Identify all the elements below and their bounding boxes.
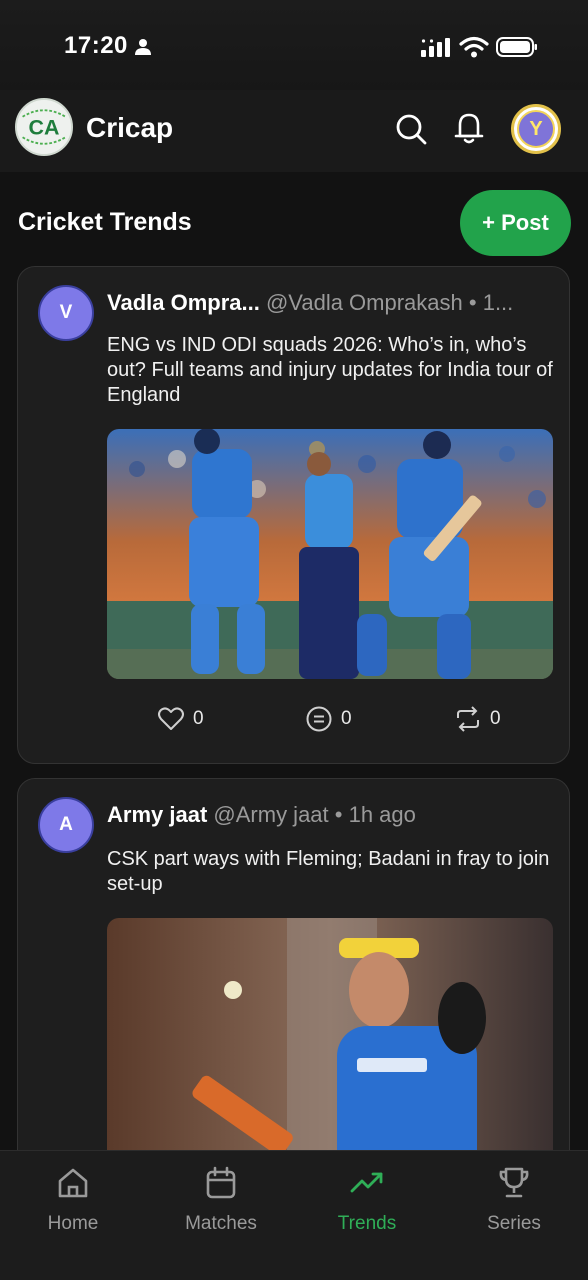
post-handle: @Army jaat bbox=[213, 802, 329, 827]
profile-avatar-letter: Y bbox=[517, 110, 555, 148]
coach-photo bbox=[107, 918, 553, 1150]
battery-icon bbox=[496, 37, 537, 57]
post-author[interactable]: Vadla Ompra... bbox=[107, 290, 260, 315]
trophy-icon bbox=[499, 1167, 529, 1198]
nav-item-home[interactable]: Home bbox=[18, 1165, 128, 1235]
nav-item-series[interactable]: Series bbox=[459, 1165, 569, 1235]
app-logo[interactable]: CA bbox=[15, 98, 73, 156]
author-avatar[interactable]: A bbox=[38, 797, 94, 853]
wifi-icon bbox=[459, 36, 489, 58]
post-meta: Army jaat @Army jaat • 1h ago bbox=[107, 802, 557, 828]
home-icon bbox=[58, 1168, 88, 1198]
page-title: Cricket Trends bbox=[18, 208, 192, 236]
comment-button[interactable]: 0 bbox=[305, 705, 352, 733]
post-actions: 0 0 0 bbox=[18, 705, 569, 735]
author-avatar[interactable]: V bbox=[38, 285, 94, 341]
nav-label: Home bbox=[47, 1213, 99, 1234]
person-icon bbox=[135, 39, 151, 55]
post-author[interactable]: Army jaat bbox=[107, 802, 207, 827]
post-card[interactable]: A Army jaat @Army jaat • 1h ago CSK part… bbox=[17, 778, 570, 1150]
trending-icon bbox=[350, 1172, 383, 1193]
post-time: 1h ago bbox=[348, 802, 416, 827]
meta-separator: • bbox=[462, 290, 483, 315]
cricket-ball-logo-icon: CA bbox=[17, 100, 71, 154]
nav-label: Matches bbox=[185, 1213, 257, 1234]
post-time: 1... bbox=[482, 290, 514, 315]
post-text: CSK part ways with Fleming; Badani in fr… bbox=[107, 848, 550, 895]
nav-item-matches[interactable]: Matches bbox=[166, 1165, 276, 1235]
like-count: 0 bbox=[193, 708, 204, 729]
repost-button[interactable]: 0 bbox=[454, 705, 501, 733]
search-icon[interactable] bbox=[394, 112, 428, 146]
svg-text:CA: CA bbox=[29, 115, 60, 139]
repost-count: 0 bbox=[490, 708, 501, 729]
post-text: ENG vs IND ODI squads 2026: Who’s in, wh… bbox=[107, 334, 553, 406]
meta-separator: • bbox=[328, 802, 349, 827]
comment-count: 0 bbox=[341, 708, 352, 729]
new-post-button[interactable]: + Post bbox=[460, 190, 571, 256]
repost-icon bbox=[457, 706, 479, 732]
notification-bell-icon[interactable] bbox=[452, 110, 486, 146]
post-handle: @Vadla Omprakash bbox=[265, 290, 463, 315]
like-button[interactable]: 0 bbox=[157, 705, 204, 733]
cellular-signal-icon bbox=[421, 38, 450, 57]
post-card[interactable]: V Vadla Ompra... @Vadla Omprakash • 1...… bbox=[17, 266, 570, 764]
post-image[interactable] bbox=[107, 429, 553, 679]
app-header: CA Cricap Y bbox=[0, 90, 588, 172]
heart-icon bbox=[158, 707, 184, 730]
status-time: 17:20 bbox=[64, 32, 128, 59]
nav-label: Series bbox=[487, 1213, 541, 1234]
nav-label: Trends bbox=[337, 1213, 397, 1234]
app-title: Cricap bbox=[86, 112, 174, 143]
trends-feed[interactable]: V Vadla Ompra... @Vadla Omprakash • 1...… bbox=[0, 266, 588, 1150]
cricket-players-photo bbox=[107, 429, 553, 679]
calendar-icon bbox=[206, 1166, 236, 1199]
comment-icon bbox=[306, 706, 332, 732]
nav-item-trends[interactable]: Trends bbox=[312, 1165, 422, 1235]
post-image[interactable] bbox=[107, 918, 553, 1150]
bottom-nav: Home Matches Trends Series bbox=[0, 1150, 588, 1280]
profile-avatar[interactable]: Y bbox=[511, 104, 561, 154]
post-meta: Vadla Ompra... @Vadla Omprakash • 1... bbox=[107, 290, 557, 316]
status-bar: 17:20 bbox=[0, 0, 588, 90]
